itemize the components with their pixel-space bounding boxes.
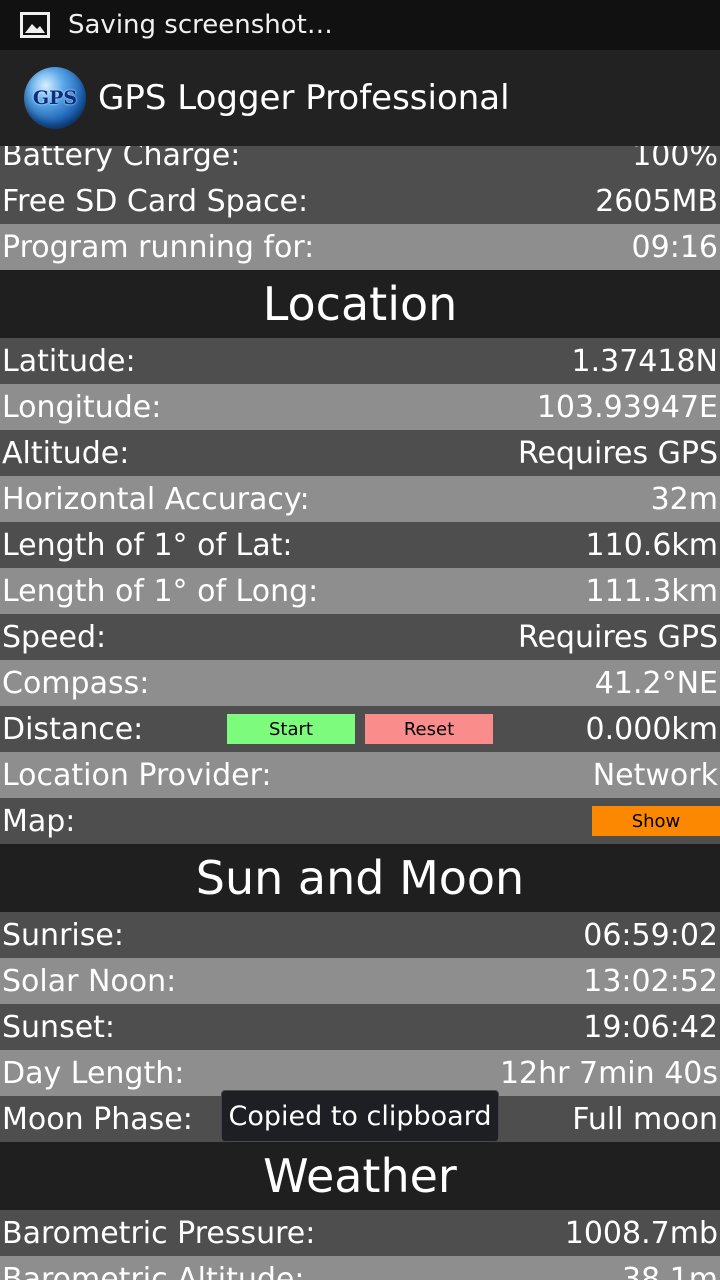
length-long-label: Length of 1° of Long: [2,573,319,609]
sunset-label: Sunset: [2,1009,116,1045]
row-location-provider: Location Provider: Network [0,752,720,798]
row-horizontal-accuracy: Horizontal Accuracy: 32m [0,476,720,522]
row-latitude: Latitude: 1.37418N [0,338,720,384]
image-icon [20,12,50,38]
clipboard-toast: Copied to clipboard [221,1090,499,1142]
latitude-label: Latitude: [2,343,136,379]
row-longitude: Longitude: 103.93947E [0,384,720,430]
row-barometric-pressure: Barometric Pressure: 1008.7mb [0,1210,720,1256]
section-location-heading: Location [0,270,720,338]
length-lat-value: 110.6km [585,527,718,563]
location-provider-value: Network [592,757,718,793]
moon-phase-label: Moon Phase: [2,1101,193,1137]
row-compass: Compass: 41.2°NE [0,660,720,706]
horizontal-accuracy-value: 32m [650,481,718,517]
location-provider-label: Location Provider: [2,757,272,793]
distance-value: 0.000km [585,711,718,747]
solar-noon-value: 13:02:52 [583,963,718,999]
row-sd-space: Free SD Card Space: 2605MB [0,178,720,224]
row-solar-noon: Solar Noon: 13:02:52 [0,958,720,1004]
battery-label: Battery Charge: [2,146,241,173]
app-logo-text: GPS [32,87,78,109]
length-lat-label: Length of 1° of Lat: [2,527,293,563]
speed-label: Speed: [2,619,107,655]
altitude-label: Altitude: [2,435,130,471]
row-map: Map: Show [0,798,720,844]
sunset-value: 19:06:42 [583,1009,718,1045]
latitude-value: 1.37418N [571,343,719,379]
compass-label: Compass: [2,665,150,701]
app-title: GPS Logger Professional [98,78,510,118]
status-bar: Saving screenshot… [0,0,720,50]
speed-value: Requires GPS [517,619,718,655]
reset-button[interactable]: Reset [365,714,493,744]
sunrise-label: Sunrise: [2,917,124,953]
row-running-time: Program running for: 09:16 [0,224,720,270]
status-notification-text: Saving screenshot… [68,10,333,40]
row-sunset: Sunset: 19:06:42 [0,1004,720,1050]
sunrise-value: 06:59:02 [583,917,718,953]
action-bar: GPS GPS Logger Professional [0,50,720,146]
length-long-value: 111.3km [585,573,718,609]
section-sun-moon-heading: Sun and Moon [0,844,720,912]
app-logo-icon[interactable]: GPS [24,67,86,129]
day-length-value: 12hr 7min 40s [499,1055,718,1091]
section-weather-heading: Weather [0,1142,720,1210]
longitude-value: 103.93947E [536,389,718,425]
barometric-pressure-value: 1008.7mb [564,1215,718,1251]
row-length-long: Length of 1° of Long: 111.3km [0,568,720,614]
horizontal-accuracy-label: Horizontal Accuracy: [2,481,310,517]
moon-phase-value: Full moon [572,1101,718,1137]
row-battery: Battery Charge: 100% [0,146,720,178]
row-length-lat: Length of 1° of Lat: 110.6km [0,522,720,568]
barometric-altitude-value: 38.1m [621,1261,718,1280]
start-button[interactable]: Start [227,714,355,744]
altitude-value: Requires GPS [517,435,718,471]
map-label: Map: [2,803,76,839]
solar-noon-label: Solar Noon: [2,963,177,999]
row-altitude: Altitude: Requires GPS [0,430,720,476]
sd-space-label: Free SD Card Space: [2,183,309,219]
distance-label: Distance: [2,711,144,747]
day-length-label: Day Length: [2,1055,185,1091]
battery-value: 100% [632,146,718,173]
row-distance: Distance: Start Reset 0.000km [0,706,720,752]
show-map-button[interactable]: Show [592,806,720,836]
row-speed: Speed: Requires GPS [0,614,720,660]
barometric-altitude-label: Barometric Altitude: [2,1261,305,1280]
longitude-label: Longitude: [2,389,162,425]
row-barometric-altitude: Barometric Altitude: 38.1m [0,1256,720,1280]
compass-value: 41.2°NE [594,665,718,701]
sd-space-value: 2605MB [595,183,718,219]
running-time-label: Program running for: [2,229,315,265]
running-time-value: 09:16 [631,229,718,265]
row-sunrise: Sunrise: 06:59:02 [0,912,720,958]
barometric-pressure-label: Barometric Pressure: [2,1215,316,1251]
